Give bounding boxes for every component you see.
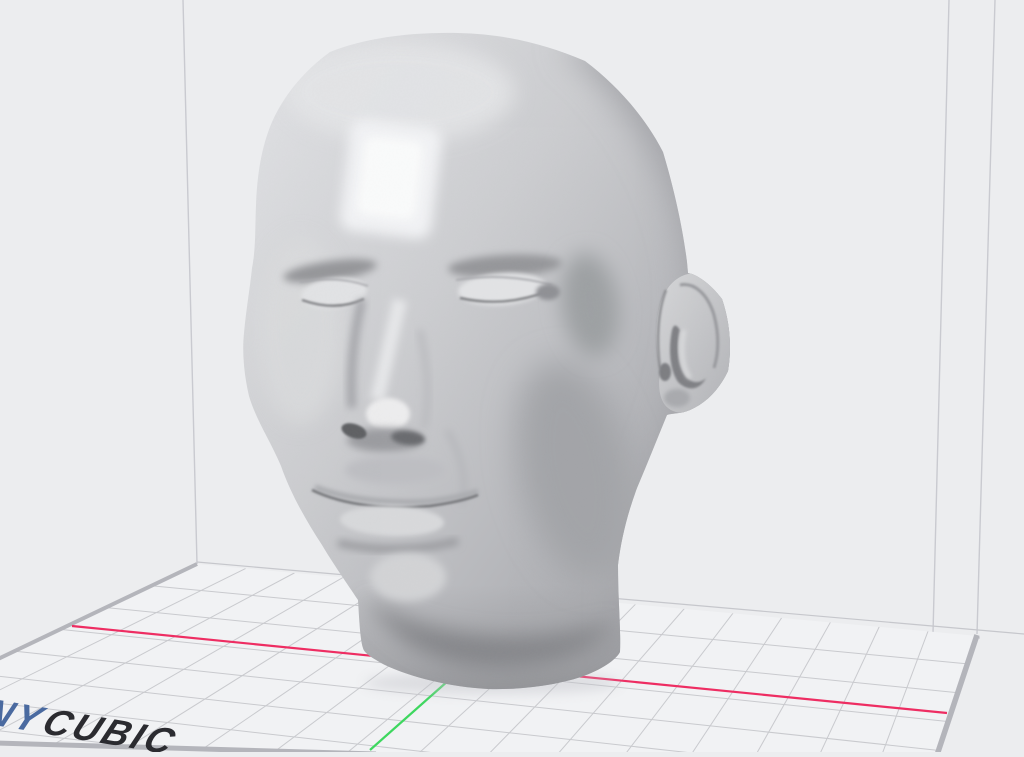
viewport-3d[interactable]: ANYCUBIC (0, 0, 1024, 752)
slicer-stage: ANYCUBIC (0, 0, 1024, 752)
